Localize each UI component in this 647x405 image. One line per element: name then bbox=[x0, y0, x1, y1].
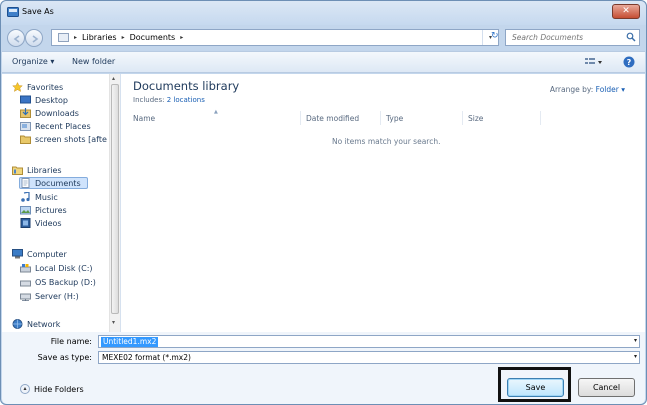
forward-button[interactable] bbox=[25, 29, 43, 47]
filetype-select[interactable]: MEXE02 format (*.mx2) ▾ bbox=[98, 351, 640, 364]
library-includes: Includes: 2 locations bbox=[133, 96, 205, 104]
organize-menu[interactable]: Organize ▾ bbox=[12, 57, 54, 66]
nav-computer[interactable]: Computer bbox=[12, 248, 67, 260]
window-title: Save As bbox=[22, 7, 54, 16]
save-button[interactable]: Save bbox=[507, 378, 564, 397]
save-as-dialog: Save As ✕ ▸ Libraries ▸ Documents ▸ ▾ ↻ bbox=[0, 0, 647, 405]
title-bar: Save As ✕ bbox=[1, 1, 646, 25]
breadcrumb-separator-icon[interactable]: ▸ bbox=[74, 34, 77, 41]
nav-downloads[interactable]: Downloads bbox=[20, 107, 79, 119]
pictures-icon bbox=[20, 205, 31, 215]
column-divider[interactable] bbox=[540, 111, 541, 125]
nav-network[interactable]: Network bbox=[12, 318, 60, 330]
column-divider[interactable] bbox=[300, 111, 301, 125]
star-icon bbox=[12, 81, 23, 92]
save-as-window-icon bbox=[7, 7, 19, 17]
file-list-pane: Documents library Includes: 2 locations … bbox=[122, 74, 645, 332]
collapse-icon: ▴ bbox=[20, 384, 30, 394]
nav-videos[interactable]: Videos bbox=[20, 217, 62, 229]
nav-buttons bbox=[7, 28, 45, 48]
nav-pictures[interactable]: Pictures bbox=[20, 204, 67, 216]
view-options-icon[interactable] bbox=[585, 57, 603, 68]
sort-indicator-icon: ▲ bbox=[214, 109, 218, 115]
breadcrumb-documents[interactable]: Documents bbox=[130, 33, 176, 42]
arrange-by: Arrange by: Folder ▾ bbox=[549, 85, 625, 94]
nav-screen-shots[interactable]: screen shots [afte bbox=[20, 133, 107, 145]
forward-arrow-icon bbox=[32, 35, 39, 43]
network-icon bbox=[12, 319, 23, 329]
breadcrumb-separator-icon[interactable]: ▸ bbox=[180, 34, 183, 41]
help-icon[interactable]: ? bbox=[623, 56, 635, 68]
nav-pane-scrollbar[interactable]: ▴ ▾ bbox=[109, 74, 120, 332]
hide-folders-button[interactable]: ▴ Hide Folders bbox=[20, 384, 84, 394]
breadcrumb-separator-icon[interactable]: ▸ bbox=[122, 34, 125, 41]
column-header-type[interactable]: Type bbox=[386, 114, 403, 123]
nav-os-backup-d[interactable]: OS Backup (D:) bbox=[20, 276, 96, 288]
cancel-button[interactable]: Cancel bbox=[578, 378, 635, 397]
refresh-icon[interactable]: ↻ bbox=[491, 31, 499, 41]
search-icon[interactable] bbox=[626, 32, 636, 42]
command-bar: Organize ▾ New folder ? bbox=[2, 51, 645, 73]
scrollbar-thumb[interactable] bbox=[111, 84, 119, 314]
downloads-icon bbox=[20, 108, 31, 118]
videos-icon bbox=[20, 218, 31, 228]
search-box bbox=[505, 29, 640, 46]
close-button[interactable]: ✕ bbox=[612, 4, 640, 19]
column-divider[interactable] bbox=[380, 111, 381, 125]
music-icon bbox=[20, 191, 31, 202]
svg-text:?: ? bbox=[627, 58, 632, 67]
nav-desktop[interactable]: Desktop bbox=[20, 94, 68, 106]
nav-server-h[interactable]: Server (H:) bbox=[20, 290, 79, 302]
scroll-down-icon[interactable]: ▾ bbox=[112, 319, 115, 326]
arrange-by-dropdown[interactable]: Folder ▾ bbox=[596, 85, 625, 94]
address-row: ▸ Libraries ▸ Documents ▸ ▾ ↻ bbox=[7, 27, 640, 49]
main-area: Favorites Desktop Downloads Recent Place… bbox=[2, 74, 645, 332]
back-button[interactable] bbox=[7, 29, 25, 47]
filename-label: File name: bbox=[50, 337, 92, 346]
documents-icon bbox=[20, 178, 31, 188]
locations-link[interactable]: 2 locations bbox=[167, 96, 205, 104]
new-folder-button[interactable]: New folder bbox=[72, 57, 115, 66]
column-divider[interactable] bbox=[462, 111, 463, 125]
drive-icon bbox=[20, 263, 31, 273]
filename-field[interactable]: Untitled1.mx2 ▾ bbox=[98, 335, 640, 348]
filename-value[interactable]: Untitled1.mx2 bbox=[101, 337, 159, 347]
library-title: Documents library bbox=[133, 79, 240, 93]
navigation-pane: Favorites Desktop Downloads Recent Place… bbox=[2, 74, 121, 332]
nav-local-disk-c[interactable]: Local Disk (C:) bbox=[20, 262, 93, 274]
recent-places-icon bbox=[20, 121, 31, 131]
scroll-up-icon[interactable]: ▴ bbox=[112, 75, 115, 82]
empty-message: No items match your search. bbox=[332, 137, 441, 146]
column-header-name[interactable]: Name bbox=[133, 114, 155, 123]
filetype-dropdown-icon[interactable]: ▾ bbox=[634, 353, 637, 360]
libraries-small-icon bbox=[58, 33, 69, 42]
filetype-value: MEXE02 format (*.mx2) bbox=[102, 353, 191, 362]
breadcrumb-libraries[interactable]: Libraries bbox=[82, 33, 117, 42]
network-drive-icon bbox=[20, 291, 31, 301]
search-input[interactable] bbox=[506, 30, 621, 45]
save-fields: File name: Untitled1.mx2 ▾ Save as type:… bbox=[2, 332, 645, 370]
column-header-size[interactable]: Size bbox=[468, 114, 483, 123]
nav-music[interactable]: Music bbox=[20, 191, 58, 203]
libraries-icon bbox=[12, 165, 23, 175]
address-bar[interactable]: ▸ Libraries ▸ Documents ▸ ▾ bbox=[51, 29, 499, 46]
filename-dropdown-icon[interactable]: ▾ bbox=[634, 337, 637, 344]
computer-icon bbox=[12, 249, 23, 259]
column-header-date-modified[interactable]: Date modified bbox=[306, 114, 359, 123]
drive-icon bbox=[20, 277, 31, 287]
nav-documents[interactable]: Documents bbox=[19, 177, 88, 189]
desktop-icon bbox=[20, 95, 31, 105]
folder-icon bbox=[20, 134, 31, 144]
nav-favorites[interactable]: Favorites bbox=[12, 81, 63, 93]
back-arrow-icon bbox=[13, 35, 20, 43]
filetype-label: Save as type: bbox=[37, 353, 92, 362]
nav-libraries[interactable]: Libraries bbox=[12, 164, 62, 176]
nav-recent-places[interactable]: Recent Places bbox=[20, 120, 91, 132]
